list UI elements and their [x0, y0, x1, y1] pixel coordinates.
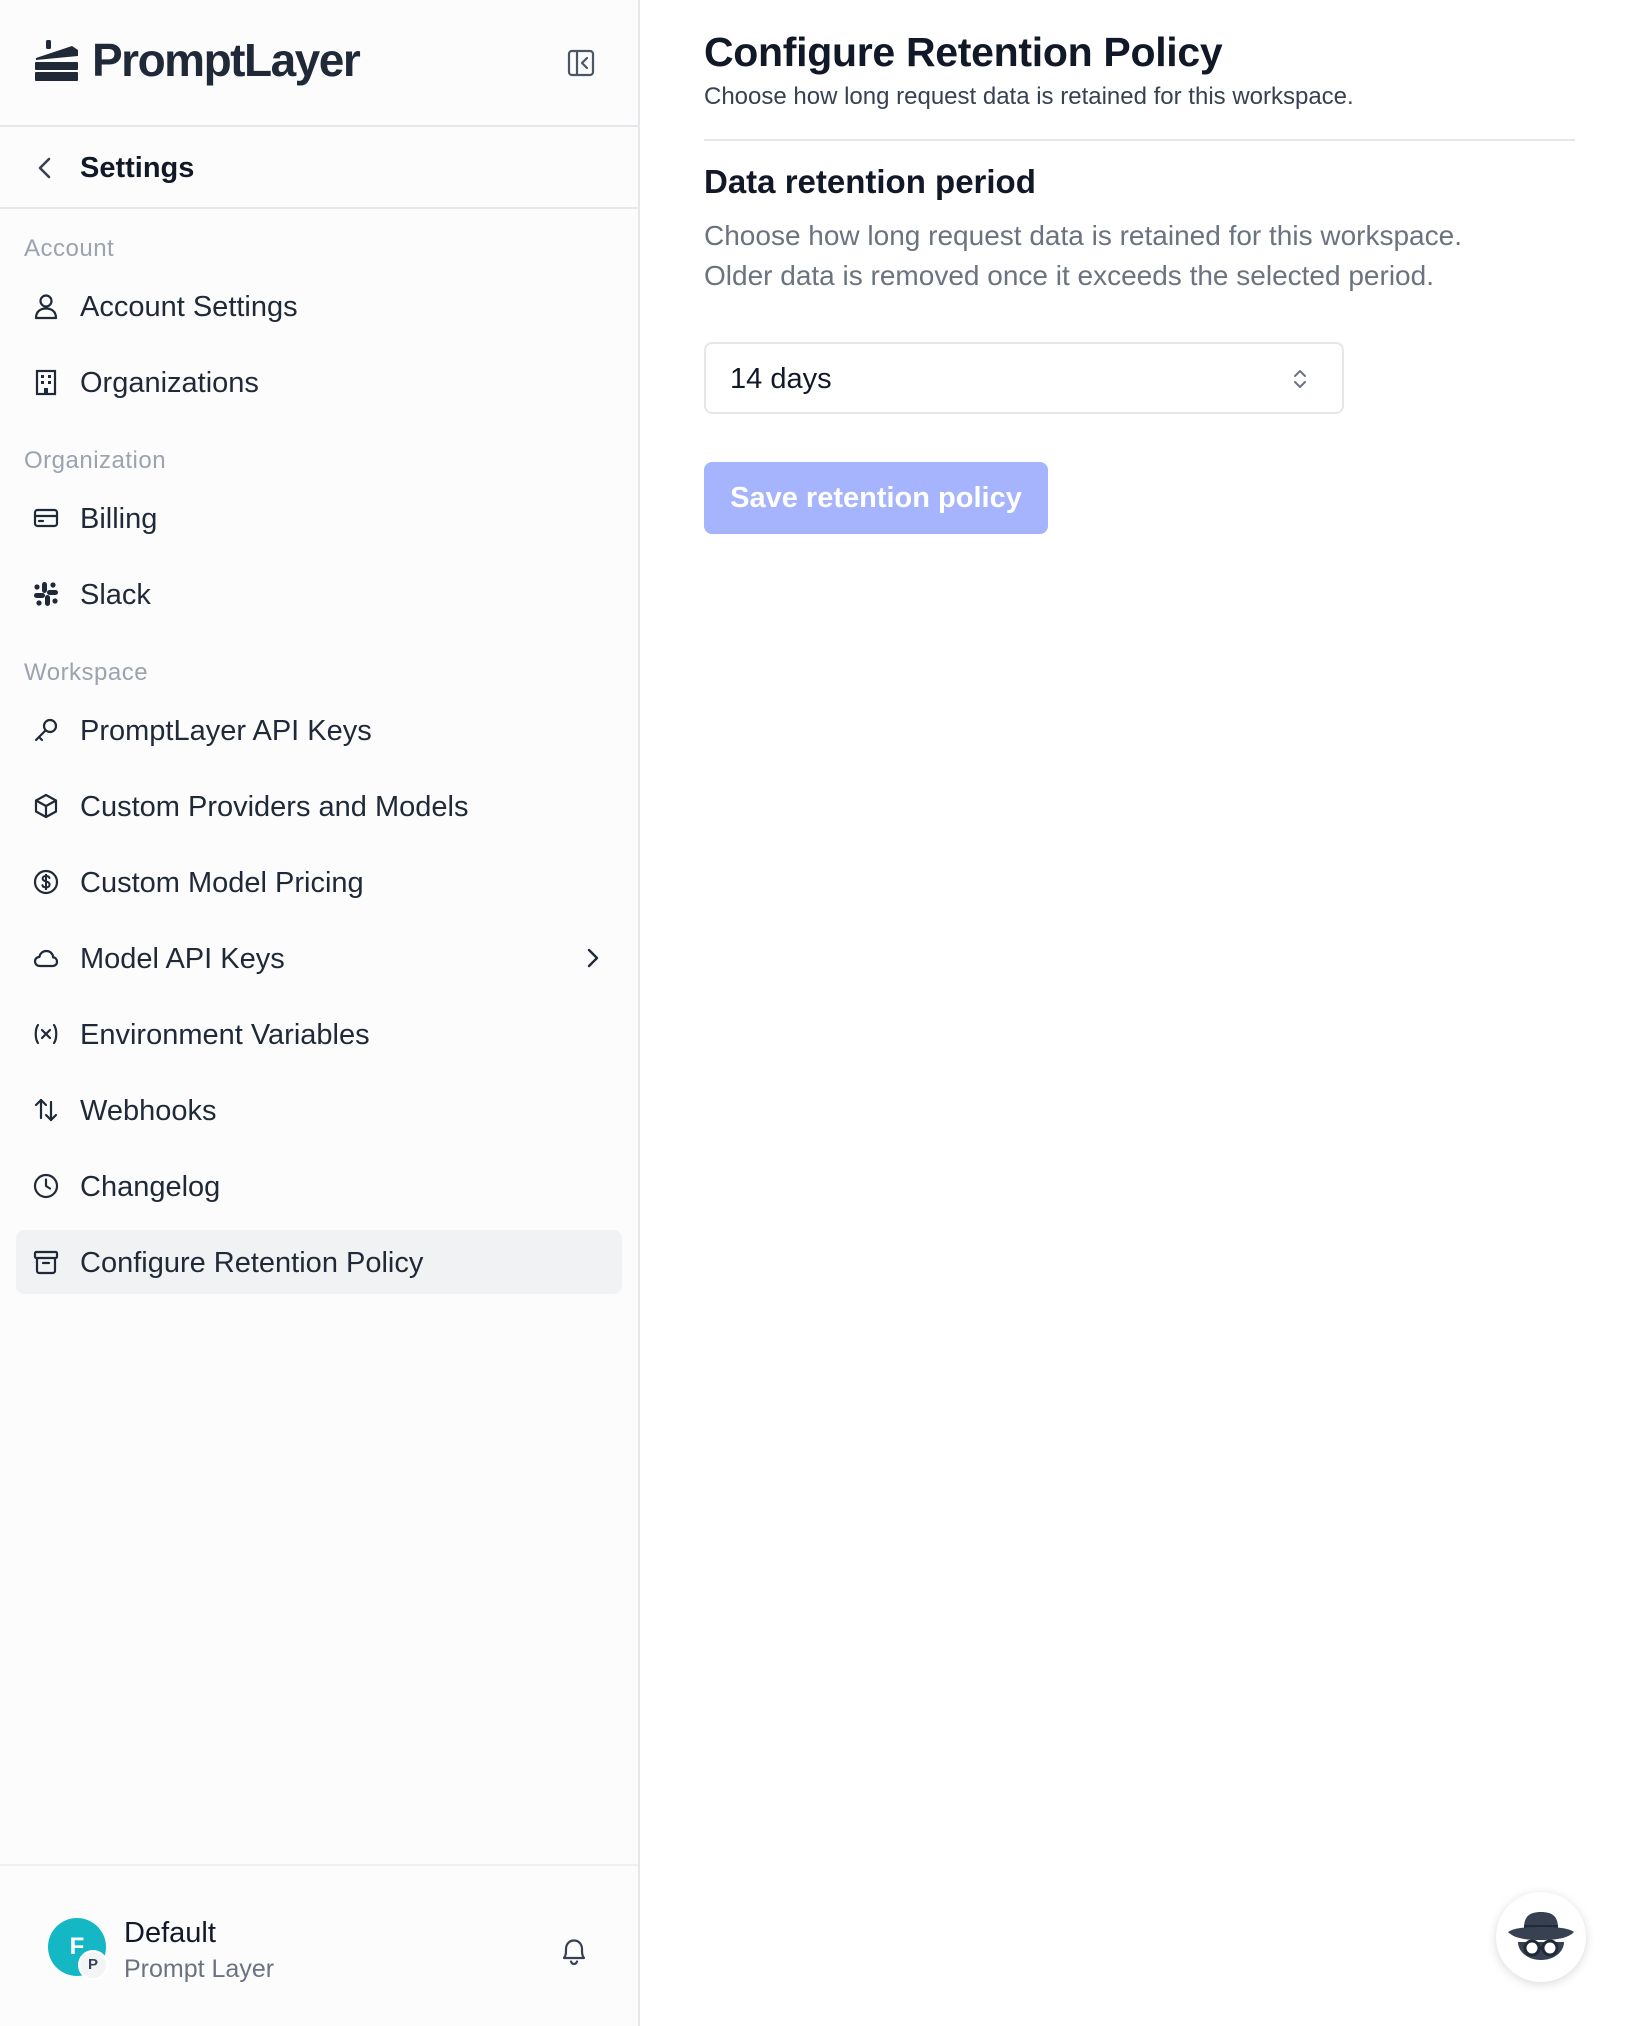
sidebar-item-label: Model API Keys: [80, 943, 285, 975]
sidebar-item-account-settings[interactable]: Account Settings: [16, 274, 622, 338]
sidebar-item-label: Custom Providers and Models: [80, 791, 469, 823]
slack-icon: [34, 582, 58, 606]
sidebar: PromptLayer Settings Account Account Set…: [0, 0, 640, 2026]
sidebar-item-label: Custom Model Pricing: [80, 867, 364, 899]
sidebar-item-billing[interactable]: Billing: [16, 486, 622, 550]
section-label-account: Account: [24, 235, 115, 262]
sidebar-item-label: Account Settings: [80, 291, 298, 323]
cloud-icon: [33, 949, 59, 968]
sidebar-item-label: Configure Retention Policy: [80, 1247, 424, 1279]
settings-header: Settings: [0, 127, 638, 209]
section-title: Data retention period: [704, 163, 1036, 200]
section-description: Choose how long request data is retained…: [704, 216, 1564, 296]
clock-icon: [33, 1173, 59, 1199]
sidebar-item-configure-retention-policy[interactable]: Configure Retention Policy: [16, 1230, 622, 1294]
save-retention-policy-button[interactable]: Save retention policy: [704, 462, 1048, 534]
select-value: 14 days: [730, 363, 832, 395]
layered-cake-icon: [35, 40, 78, 81]
main-content: Configure Retention Policy Choose how lo…: [640, 0, 1638, 2026]
arrows-up-down-icon: [34, 1098, 58, 1122]
chevron-right-icon[interactable]: [582, 946, 604, 970]
dollar-circle-icon: [33, 869, 59, 895]
sidebar-item-organizations[interactable]: Organizations: [16, 350, 622, 414]
detective-hat-icon: [1508, 1912, 1574, 1960]
page-title: Configure Retention Policy: [704, 29, 1223, 75]
brand-header: PromptLayer: [0, 0, 638, 127]
sidebar-item-label: Billing: [80, 503, 158, 535]
workspace-switcher[interactable]: F P Default Prompt Layer: [0, 1864, 638, 2026]
settings-title: Settings: [80, 152, 195, 184]
sidebar-item-environment-variables[interactable]: Environment Variables: [16, 1002, 622, 1066]
sidebar-item-label: Webhooks: [80, 1095, 217, 1127]
credit-card-icon: [33, 508, 59, 528]
user-icon: [34, 294, 58, 320]
workspace-name: Default: [124, 1917, 216, 1949]
sidebar-item-label: Changelog: [80, 1171, 221, 1203]
page-subtitle: Choose how long request data is retained…: [704, 83, 1354, 110]
sidebar-item-slack[interactable]: Slack: [16, 562, 622, 626]
sidebar-item-label: Organizations: [80, 367, 259, 399]
sidebar-item-label: Environment Variables: [80, 1019, 370, 1051]
chevrons-up-down-icon: [1294, 370, 1306, 388]
bell-icon[interactable]: [558, 1934, 590, 1968]
section-description-line: Older data is removed once it exceeds th…: [704, 260, 1434, 291]
archive-icon: [33, 1250, 59, 1275]
sidebar-item-promptlayer-api-keys[interactable]: PromptLayer API Keys: [16, 698, 622, 762]
divider: [704, 139, 1575, 141]
key-icon: [34, 718, 58, 742]
organization-name: Prompt Layer: [124, 1955, 275, 1983]
building-icon: [35, 369, 57, 396]
retention-period-select[interactable]: 14 days: [704, 342, 1344, 414]
sidebar-item-webhooks[interactable]: Webhooks: [16, 1078, 622, 1142]
chevron-left-icon[interactable]: [34, 155, 56, 181]
sidebar-item-custom-model-pricing[interactable]: Custom Model Pricing: [16, 850, 622, 914]
box-icon: [34, 793, 58, 819]
sidebar-collapse-icon[interactable]: [566, 48, 596, 78]
assistant-button[interactable]: [1496, 1892, 1586, 1982]
sidebar-item-model-api-keys[interactable]: Model API Keys: [16, 926, 622, 990]
sidebar-item-changelog[interactable]: Changelog: [16, 1154, 622, 1218]
sidebar-item-custom-providers[interactable]: Custom Providers and Models: [16, 774, 622, 838]
brand-name: PromptLayer: [92, 34, 361, 86]
section-label-organization: Organization: [24, 447, 167, 474]
section-description-line: Choose how long request data is retained…: [704, 220, 1462, 251]
section-label-workspace: Workspace: [24, 659, 149, 686]
sidebar-item-label: PromptLayer API Keys: [80, 715, 372, 747]
variable-icon: [34, 1023, 58, 1045]
avatar-badge: P: [78, 1950, 108, 1980]
sidebar-item-label: Slack: [80, 579, 151, 611]
